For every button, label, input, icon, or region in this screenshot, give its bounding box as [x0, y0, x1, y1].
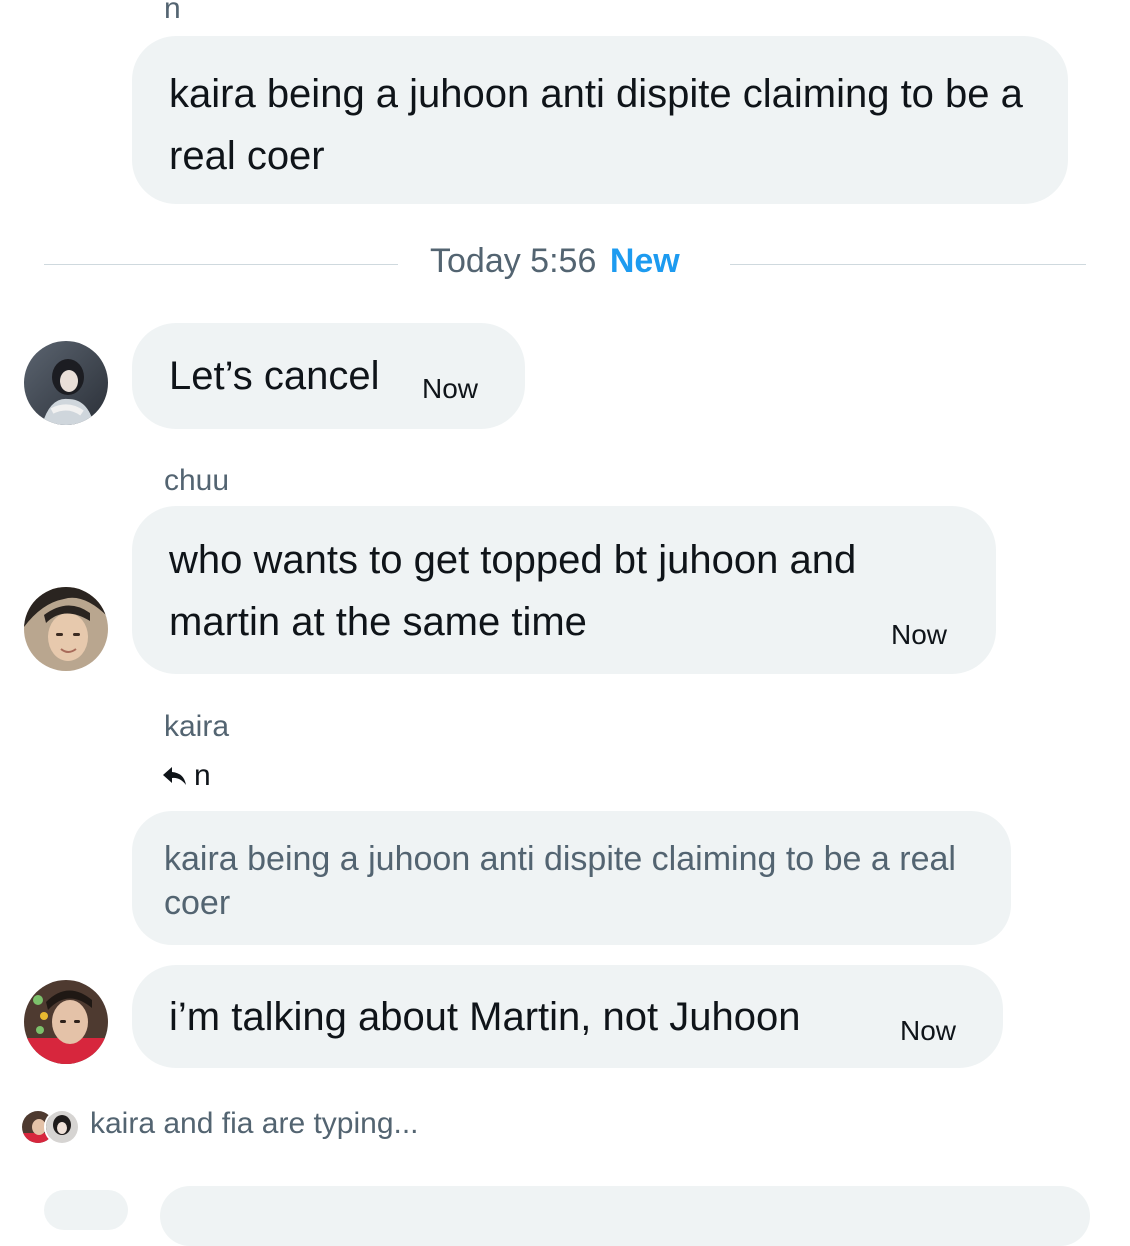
reply-indicator[interactable]: n	[162, 758, 211, 794]
message-time-3: Now	[900, 1015, 957, 1046]
top-reply-label: n	[164, 0, 181, 25]
new-label: New	[609, 242, 680, 280]
divider-line-right	[730, 264, 1086, 265]
message-input[interactable]	[160, 1186, 1090, 1246]
divider-day-time: Today 5:56	[430, 242, 597, 280]
message-bubble-3[interactable]: i’m talking about Martin, not Juhoon Now	[132, 965, 1003, 1068]
avatar[interactable]	[24, 587, 108, 671]
avatar-image	[24, 587, 108, 671]
sender-name-kaira[interactable]: kaira	[164, 710, 229, 744]
avatar-image	[24, 341, 108, 425]
avatar[interactable]	[24, 980, 108, 1064]
message-bubble-2[interactable]: who wants to get topped bt juhoon and ma…	[132, 506, 996, 674]
message-text-2: who wants to get topped bt juhoon and ma…	[169, 538, 868, 644]
message-text-top: kaira being a juhoon anti dispite claimi…	[169, 72, 1035, 178]
sender-name-chuu[interactable]: chuu	[164, 464, 229, 498]
avatar-image	[46, 1111, 78, 1143]
avatar[interactable]	[24, 341, 108, 425]
typing-indicator-text: kaira and fia are typing...	[90, 1107, 419, 1140]
quoted-message-text: kaira being a juhoon anti dispite claimi…	[164, 840, 956, 922]
reply-arrow-icon	[163, 767, 186, 785]
message-text-1: Let’s cancel	[169, 354, 380, 398]
typing-avatar-2	[44, 1109, 80, 1145]
message-bubble-1[interactable]: Let’s cancel Now	[132, 323, 525, 429]
time-divider: Today 5:56 New	[430, 242, 680, 281]
composer-left-control[interactable]	[44, 1190, 128, 1230]
avatar-image	[24, 980, 108, 1064]
message-time-2: Now	[891, 619, 948, 650]
message-time-1: Now	[422, 373, 479, 404]
reply-to-name: n	[194, 759, 211, 792]
divider-line-left	[44, 264, 398, 265]
message-bubble-top[interactable]: kaira being a juhoon anti dispite claimi…	[132, 36, 1068, 204]
quoted-message[interactable]: kaira being a juhoon anti dispite claimi…	[132, 811, 1011, 945]
message-text-3: i’m talking about Martin, not Juhoon	[169, 995, 801, 1039]
